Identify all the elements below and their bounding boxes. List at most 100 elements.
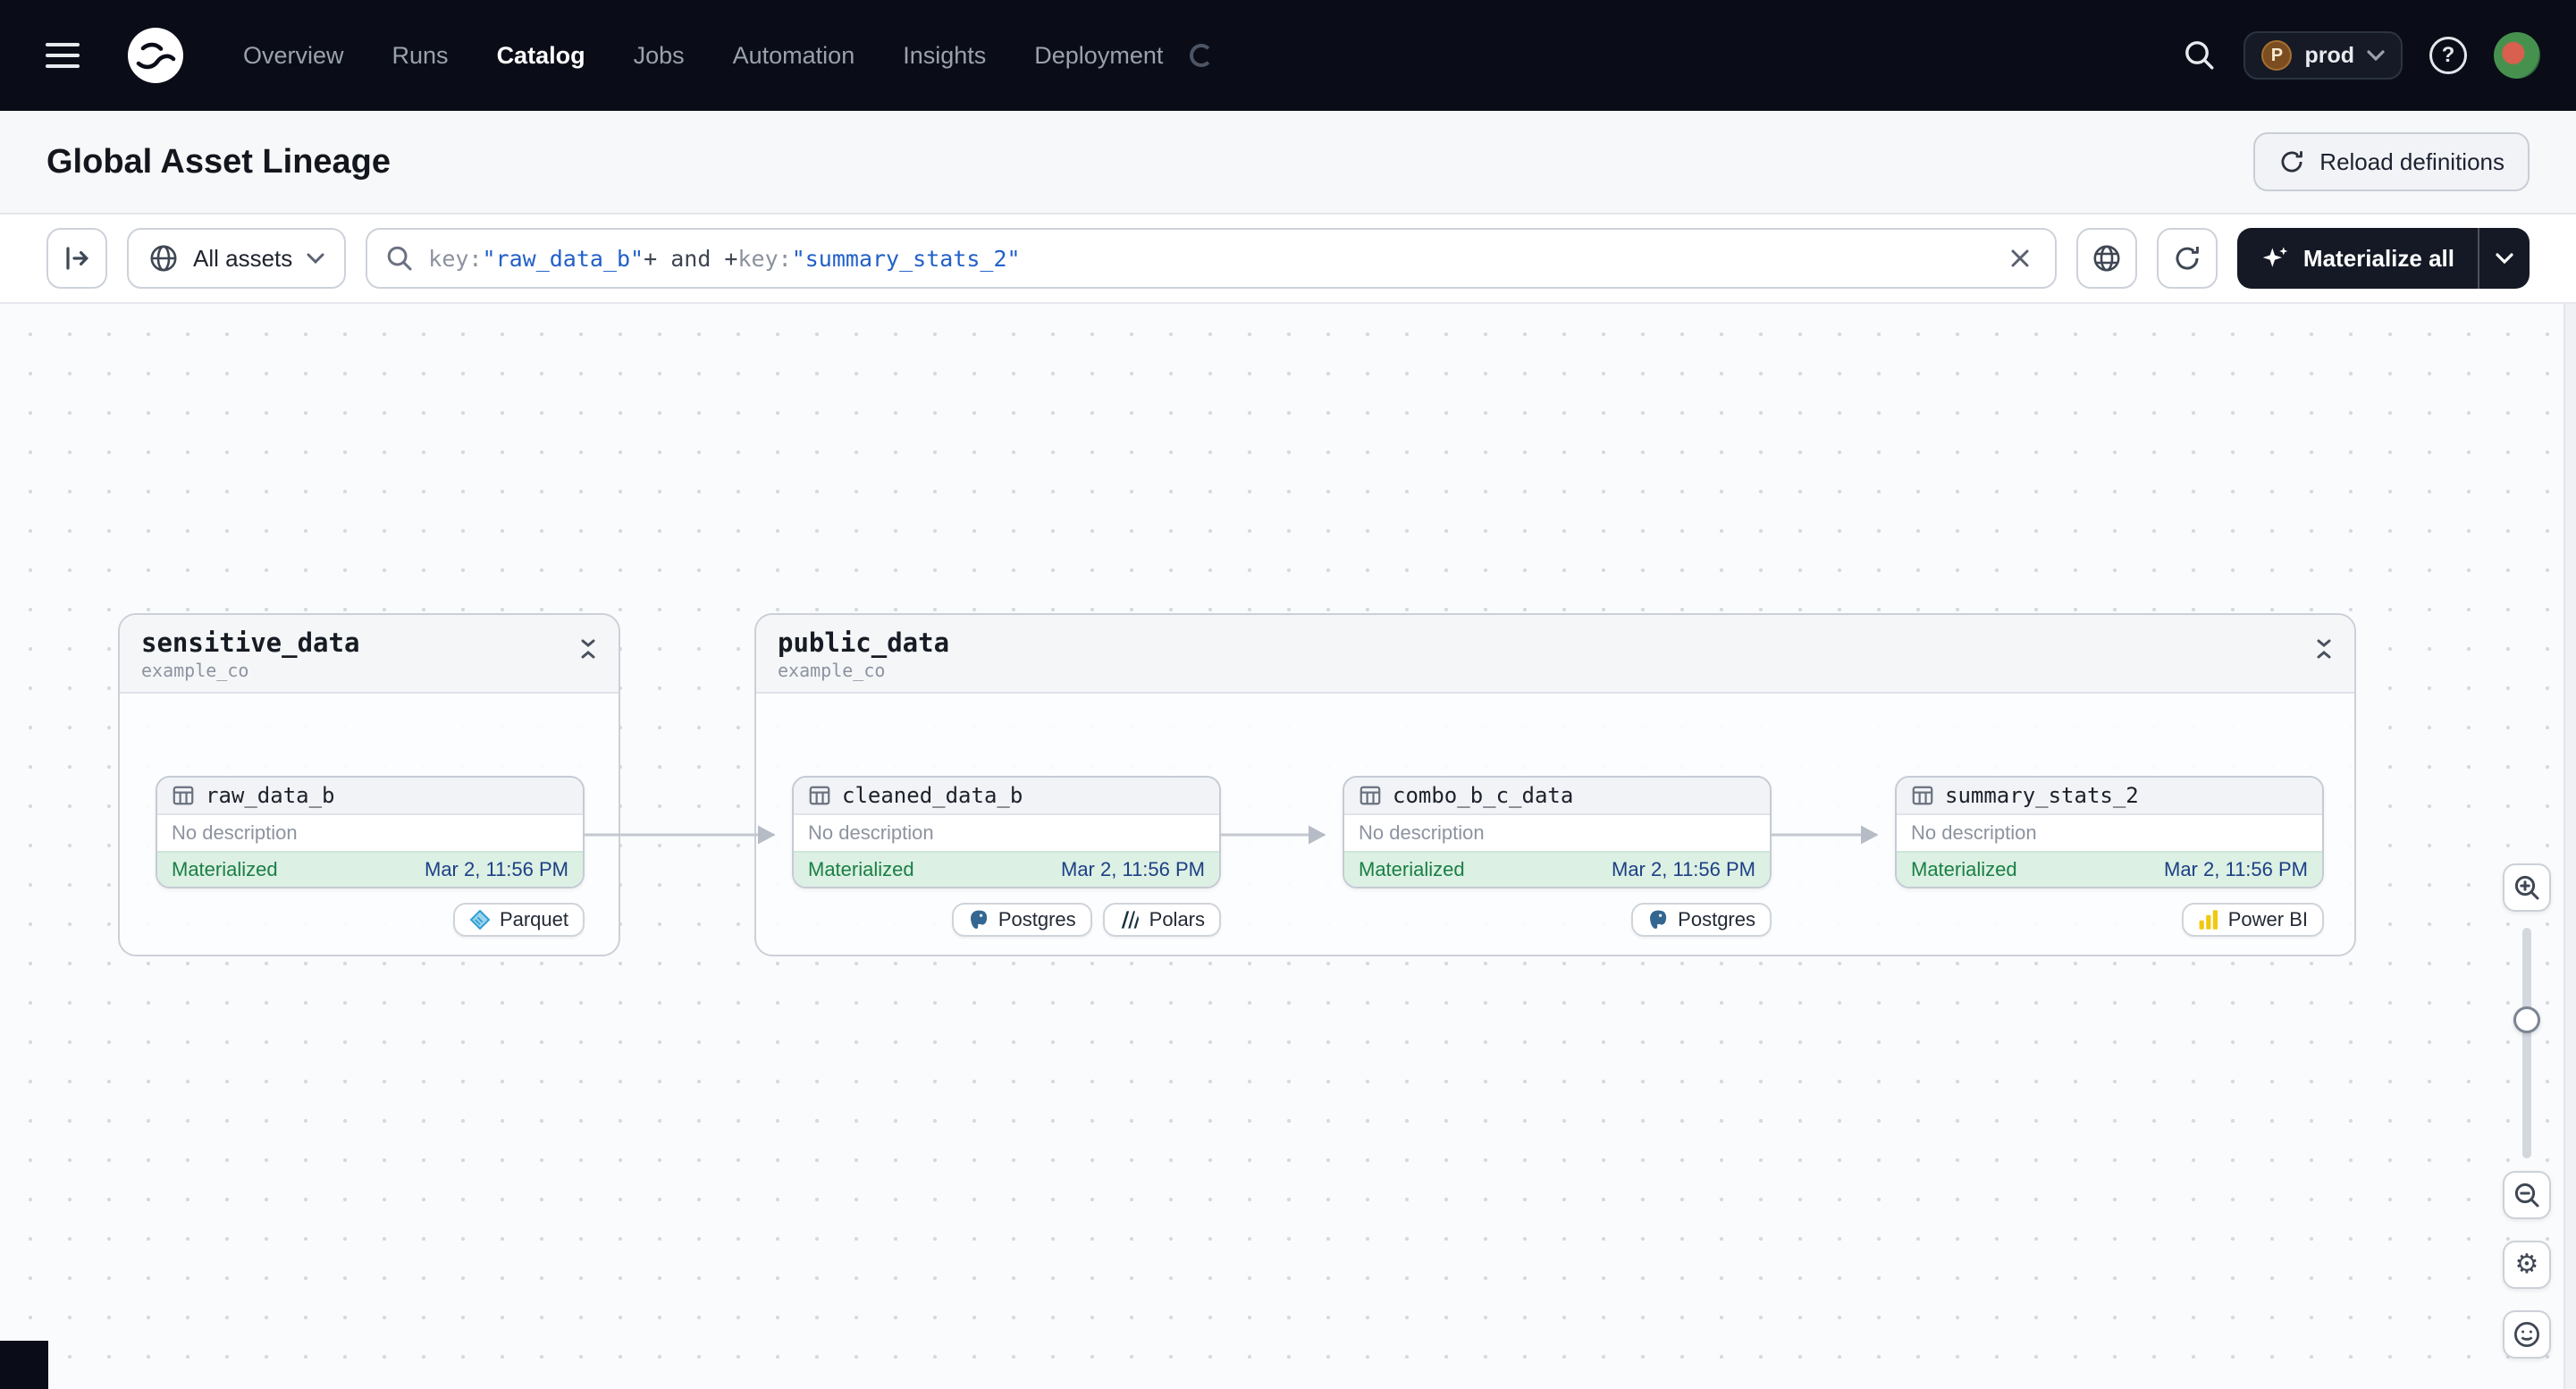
reload-definitions-button[interactable]: Reload definitions bbox=[2253, 132, 2530, 191]
dagster-logo[interactable] bbox=[125, 25, 186, 86]
nav-links: Overview Runs Catalog Jobs Automation In… bbox=[243, 42, 1214, 70]
table-icon bbox=[809, 786, 830, 805]
materialization-timestamp[interactable]: Mar 2, 11:56 PM bbox=[1061, 858, 1205, 881]
asset-node-header: cleaned_data_b bbox=[794, 778, 1219, 815]
nav-item-catalog[interactable]: Catalog bbox=[497, 42, 585, 70]
asset-search-input[interactable]: key: "raw_data_b" + and + key: "summary_stat… bbox=[366, 228, 2057, 289]
asset-badges: Parquet bbox=[156, 903, 585, 937]
collapse-group-button[interactable] bbox=[2313, 638, 2335, 660]
search-button[interactable] bbox=[2183, 38, 2217, 72]
badge-label: Postgres bbox=[998, 908, 1076, 930]
asset-node-summary_stats_2[interactable]: summary_stats_2 No description Materiali… bbox=[1895, 776, 2324, 888]
zoom-slider-track[interactable] bbox=[2522, 928, 2531, 1158]
nav-item-insights[interactable]: Insights bbox=[903, 42, 986, 70]
table-icon bbox=[1360, 786, 1381, 805]
materialize-options-button[interactable] bbox=[2478, 228, 2530, 289]
menu-icon[interactable] bbox=[36, 29, 89, 82]
zoom-in-icon bbox=[2514, 875, 2539, 900]
graph-view-options-button[interactable] bbox=[2075, 228, 2137, 289]
chevron-down-icon bbox=[2367, 50, 2385, 61]
clear-search-button[interactable] bbox=[2003, 241, 2037, 275]
table-icon bbox=[173, 786, 194, 805]
materialization-timestamp[interactable]: Mar 2, 11:56 PM bbox=[425, 858, 568, 881]
chevron-down-icon bbox=[307, 253, 324, 264]
collapse-group-button[interactable] bbox=[577, 638, 599, 660]
asset-status-row: Materialized Mar 2, 11:56 PM bbox=[794, 851, 1219, 887]
badge-label: Postgres bbox=[1678, 908, 1755, 930]
search-icon bbox=[2185, 41, 2214, 70]
group-subtitle: example_co bbox=[778, 660, 886, 681]
materialization-timestamp[interactable]: Mar 2, 11:56 PM bbox=[1612, 858, 1755, 881]
status-badge: Materialized bbox=[1911, 858, 2017, 880]
close-icon bbox=[2011, 249, 2029, 267]
badge-parquet: Parquet bbox=[452, 903, 585, 937]
query-token-value: "raw_data_b" bbox=[482, 245, 644, 272]
parquet-icon bbox=[469, 909, 491, 930]
nav-item-overview[interactable]: Overview bbox=[243, 42, 344, 70]
deployment-initial-badge: P bbox=[2261, 40, 2293, 71]
asset-badges: Postgres bbox=[1343, 903, 1772, 937]
toggle-sidebar-button[interactable] bbox=[46, 228, 107, 289]
search-icon bbox=[387, 246, 412, 271]
status-badge: Materialized bbox=[172, 858, 278, 880]
refresh-button[interactable] bbox=[2156, 228, 2218, 289]
user-avatar[interactable] bbox=[2494, 32, 2540, 79]
badge-postgres: Postgres bbox=[951, 903, 1092, 937]
nav-item-deployment[interactable]: Deployment bbox=[1034, 42, 1163, 70]
asset-selection-query[interactable]: key: "raw_data_b" + and + key: "summary_stat… bbox=[428, 246, 1989, 272]
zoom-out-button[interactable] bbox=[2503, 1171, 2551, 1219]
help-icon: ? bbox=[2441, 43, 2455, 67]
query-token-key: key: bbox=[428, 245, 483, 272]
asset-description: No description bbox=[1359, 821, 1485, 844]
asset-description: No description bbox=[172, 821, 298, 844]
status-badge: Materialized bbox=[1359, 858, 1465, 880]
materialization-timestamp[interactable]: Mar 2, 11:56 PM bbox=[2164, 858, 2308, 881]
refresh-icon bbox=[2176, 247, 2199, 270]
graph-settings-button[interactable]: ⚙ bbox=[2503, 1241, 2551, 1289]
asset-badges: Postgres Polars bbox=[792, 903, 1221, 937]
materialize-all-button[interactable]: Materialize all bbox=[2237, 228, 2478, 289]
asset-group-public_data: public_data example_co cleaned_data_b No… bbox=[754, 613, 2356, 956]
collapse-icon bbox=[2317, 639, 2331, 659]
materialize-all-label: Materialize all bbox=[2302, 244, 2454, 272]
asset-node-cleaned_data_b[interactable]: cleaned_data_b No description Materializ… bbox=[792, 776, 1221, 888]
globe-grid-icon bbox=[2093, 245, 2120, 272]
zoom-out-icon bbox=[2514, 1183, 2539, 1208]
asset-node-header: combo_b_c_data bbox=[1344, 778, 1770, 815]
help-button[interactable]: ? bbox=[2429, 37, 2467, 74]
deployment-switcher[interactable]: P prod bbox=[2243, 31, 2403, 80]
table-icon bbox=[1912, 786, 1933, 805]
materialize-all-split-button: Materialize all bbox=[2236, 228, 2530, 289]
zoom-slider-handle[interactable] bbox=[2513, 1006, 2540, 1033]
zoom-slider[interactable] bbox=[2503, 928, 2551, 1158]
status-badge: Materialized bbox=[808, 858, 914, 880]
loading-spinner-icon bbox=[1190, 44, 1214, 67]
query-token-operator: + and + bbox=[644, 245, 738, 272]
asset-node-raw_data_b[interactable]: raw_data_b No description Materialized M… bbox=[156, 776, 585, 888]
deployment-name: prod bbox=[2304, 42, 2354, 68]
lineage-canvas[interactable]: sensitive_data example_co raw_data_b No … bbox=[0, 304, 2576, 1389]
canvas-controls: ⚙ bbox=[2503, 863, 2551, 1359]
sparkle-icon bbox=[2262, 247, 2288, 267]
bottom-left-corner-box bbox=[0, 1341, 48, 1389]
vertical-scrollbar[interactable] bbox=[2563, 304, 2576, 1389]
group-subtitle: example_co bbox=[141, 660, 249, 681]
asset-scope-dropdown[interactable]: All assets bbox=[127, 228, 347, 289]
asset-node-combo_b_c_data[interactable]: combo_b_c_data No description Materializ… bbox=[1343, 776, 1772, 888]
zoom-in-button[interactable] bbox=[2503, 863, 2551, 912]
smiley-face-icon bbox=[2513, 1321, 2540, 1348]
nav-item-runs[interactable]: Runs bbox=[392, 42, 449, 70]
collapse-icon bbox=[581, 639, 595, 659]
badge-label: Parquet bbox=[499, 908, 568, 930]
asset-name: combo_b_c_data bbox=[1393, 783, 1574, 808]
badge-polars: Polars bbox=[1102, 903, 1221, 937]
group-title: sensitive_data bbox=[141, 627, 360, 658]
nav-item-jobs[interactable]: Jobs bbox=[634, 42, 685, 70]
nav-item-automation[interactable]: Automation bbox=[733, 42, 855, 70]
asset-name: raw_data_b bbox=[206, 783, 335, 808]
postgres-icon bbox=[1650, 910, 1667, 929]
asset-description: No description bbox=[808, 821, 934, 844]
feedback-button[interactable] bbox=[2503, 1310, 2551, 1359]
globe-icon bbox=[150, 245, 177, 272]
asset-description: No description bbox=[1911, 821, 2037, 844]
